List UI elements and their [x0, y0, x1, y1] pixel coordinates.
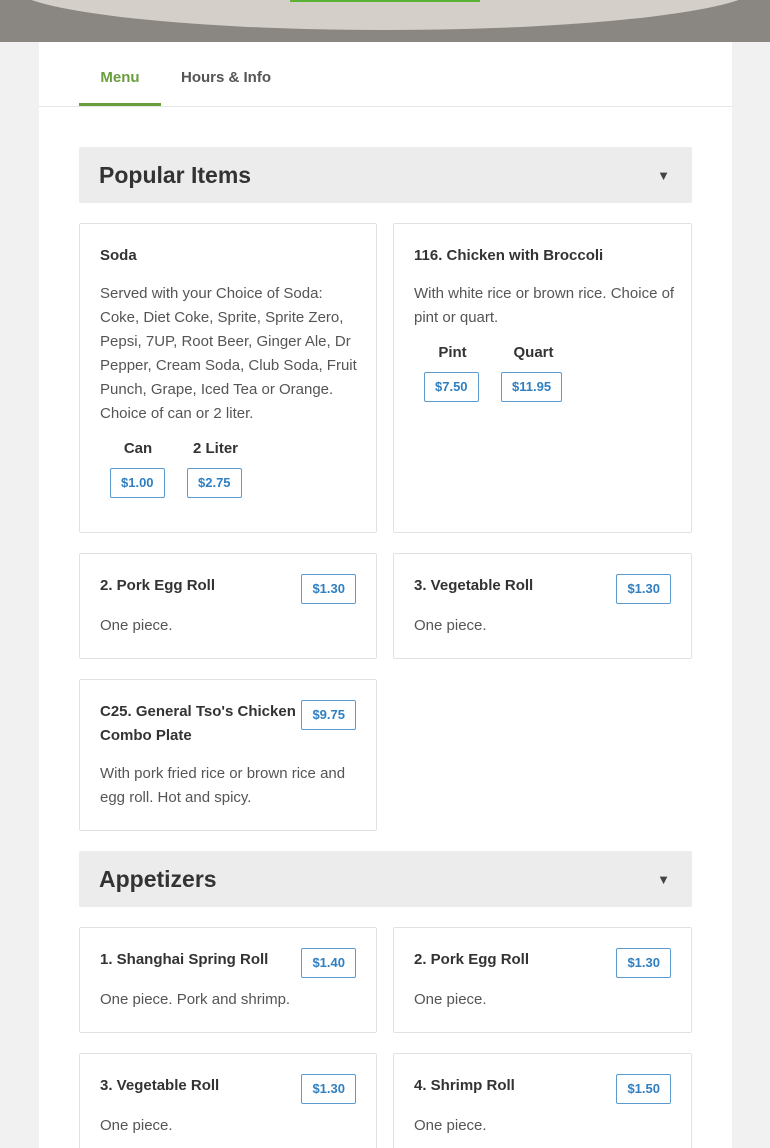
menu-item-card[interactable]: 3. Vegetable Roll $1.30 One piece. [79, 1053, 377, 1148]
tab-bar: Menu Hours & Info [39, 42, 732, 107]
menu-item-card[interactable]: 4. Shrimp Roll $1.50 One piece. [393, 1053, 692, 1148]
section-header-appetizers[interactable]: Appetizers ▼ [79, 851, 692, 907]
variant-label: Can [123, 440, 153, 457]
price-button[interactable]: $7.50 [424, 372, 479, 402]
price-button[interactable]: $2.75 [187, 468, 242, 498]
item-name: Soda [100, 247, 137, 264]
item-description: One piece. [100, 1117, 173, 1134]
section-title: Popular Items [99, 162, 252, 188]
section-header-popular-items[interactable]: Popular Items ▼ [79, 147, 692, 203]
item-description: One piece. [414, 991, 487, 1008]
menu-item-card[interactable]: 2. Pork Egg Roll $1.30 One piece. [393, 927, 692, 1033]
item-description: One piece. [100, 617, 173, 634]
price-button[interactable]: $1.30 [301, 574, 356, 604]
price-button[interactable]: $1.00 [110, 468, 165, 498]
variant-label: Pint [438, 344, 467, 361]
menu-item-card[interactable]: C25. General Tso's Chicken Combo Plate $… [79, 679, 377, 831]
price-button[interactable]: $1.50 [616, 1074, 671, 1104]
item-name: 2. Pork Egg Roll [100, 577, 216, 594]
item-description: With white rice or brown rice. Choice of… [414, 285, 675, 326]
menu-item-card[interactable]: 2. Pork Egg Roll $1.30 One piece. [79, 553, 377, 659]
food-bowl-image [10, 0, 760, 30]
variant-label: Quart [513, 344, 554, 361]
menu-item-card[interactable]: 116. Chicken with Broccoli With white ri… [393, 223, 692, 533]
section-title: Appetizers [99, 866, 217, 892]
item-name: 4. Shrimp Roll [414, 1077, 515, 1094]
item-description: One piece. Pork and shrimp. [100, 991, 291, 1008]
menu-panel: Menu Hours & Info Popular Items ▼ Soda S… [39, 42, 732, 1148]
variant-label: 2 Liter [192, 440, 238, 457]
menu-item-card[interactable]: 1. Shanghai Spring Roll $1.40 One piece.… [79, 927, 377, 1033]
caret-down-icon[interactable]: ▼ [657, 851, 670, 909]
price-button[interactable]: $1.30 [301, 1074, 356, 1104]
price-button[interactable]: $1.30 [616, 574, 671, 604]
food-garnish [290, 0, 480, 2]
item-name: 3. Vegetable Roll [414, 577, 534, 594]
item-description: One piece. [414, 1117, 487, 1134]
item-description: With pork fried rice or brown rice and e… [100, 765, 346, 806]
item-name: C25. General Tso's Chicken Combo Plate [100, 703, 296, 744]
caret-down-icon[interactable]: ▼ [657, 147, 670, 205]
price-button[interactable]: $1.30 [616, 948, 671, 978]
price-button[interactable]: $11.95 [501, 372, 563, 402]
item-name: 2. Pork Egg Roll [414, 951, 530, 968]
tab-menu[interactable]: Menu [79, 42, 161, 106]
item-description: Served with your Choice of Soda: Coke, D… [100, 285, 357, 422]
item-name: 3. Vegetable Roll [100, 1077, 220, 1094]
menu-item-card[interactable]: 3. Vegetable Roll $1.30 One piece. [393, 553, 692, 659]
price-button[interactable]: $1.40 [301, 948, 356, 978]
tab-hours-info[interactable]: Hours & Info [181, 42, 271, 106]
item-description: One piece. [414, 617, 487, 634]
item-name: 116. Chicken with Broccoli [414, 247, 604, 264]
item-name: 1. Shanghai Spring Roll [100, 951, 269, 968]
hero-image [0, 0, 770, 42]
price-button[interactable]: $9.75 [301, 700, 356, 730]
menu-item-card[interactable]: Soda Served with your Choice of Soda: Co… [79, 223, 377, 533]
